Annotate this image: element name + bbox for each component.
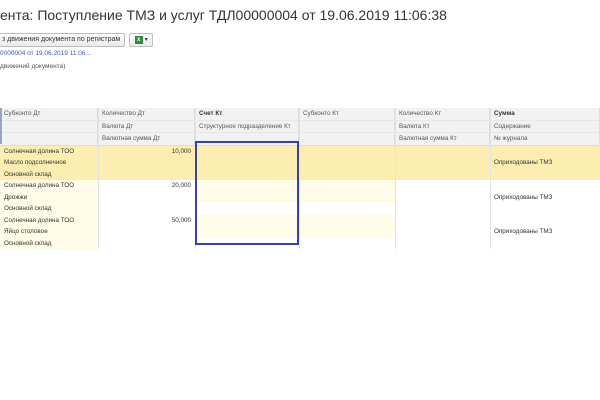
- cell-content[interactable]: [490, 238, 600, 250]
- cell-subconto-kt[interactable]: [299, 180, 395, 192]
- cell-subconto-dt[interactable]: Солнечная долина ТОО: [0, 146, 98, 158]
- cell-qty-dt[interactable]: [98, 226, 195, 238]
- table-header: Субконто Дт Количество Дт Счет Кт Субкон…: [0, 108, 600, 146]
- cell-subconto-kt[interactable]: [299, 191, 395, 203]
- header-content[interactable]: Содержание: [490, 120, 600, 132]
- toolbar: з движения документа по регистрам x ▾: [0, 32, 154, 47]
- header-subconto-kt[interactable]: Субконто Кт: [299, 108, 395, 120]
- cell-qty-dt[interactable]: [98, 238, 195, 250]
- cell-content[interactable]: Оприходованы ТМЗ: [490, 192, 600, 204]
- cell-subconto-dt[interactable]: Масло подсолнечное: [0, 157, 98, 169]
- header-left-marker: [0, 108, 2, 144]
- row-line: Солнечная долина ТОО 10,000: [0, 145, 600, 158]
- cell-content[interactable]: Оприходованы ТМЗ: [490, 157, 600, 169]
- header-journal-no[interactable]: № журнала: [490, 133, 600, 145]
- header-sum[interactable]: Сумма: [490, 108, 600, 120]
- cell-qty-dt[interactable]: [98, 203, 195, 215]
- row-line: Основной склад: [0, 168, 600, 181]
- header-account-kt[interactable]: Счет Кт: [195, 108, 299, 120]
- focused-cell-highlight: [195, 141, 299, 245]
- row-line: Дрожжи Оприходованы ТМЗ: [0, 191, 600, 204]
- row-line: Масло подсолнечное Оприходованы ТМЗ: [0, 157, 600, 169]
- header-currency-dt[interactable]: Валюта Дт: [98, 120, 195, 132]
- column-divider: [299, 108, 300, 249]
- cell-qty-dt[interactable]: 20,000: [98, 180, 195, 192]
- cell-subconto-dt[interactable]: Основной склад: [0, 203, 98, 215]
- table-row[interactable]: Солнечная долина ТОО 50,000 Яйцо столово…: [0, 214, 600, 250]
- cell-subconto-dt[interactable]: Солнечная долина ТОО: [0, 214, 98, 226]
- excel-icon: x: [134, 35, 143, 44]
- cell-subconto-dt[interactable]: Яйцо столовое: [0, 226, 98, 238]
- cell-qty-dt[interactable]: [98, 192, 195, 204]
- cell-qty-dt[interactable]: 10,000: [98, 146, 195, 158]
- header-row: Валюта Дт Структурное подразделение Кт В…: [0, 119, 600, 132]
- entries-table: Субконто Дт Количество Дт Счет Кт Субкон…: [0, 108, 600, 249]
- document-link[interactable]: 0000004 от 19.06.2019 11:06...: [0, 50, 91, 57]
- header-subconto-dt[interactable]: Субконто Дт: [0, 108, 98, 120]
- column-divider: [98, 108, 99, 249]
- cell-subconto-dt[interactable]: Основной склад: [0, 169, 98, 181]
- table-row[interactable]: Солнечная долина ТОО 10,000 Масло подсол…: [0, 145, 600, 181]
- window-title: ента: Поступление ТМЗ и услуг ТДЛ0000000…: [0, 7, 447, 23]
- row-line: Основной склад: [0, 237, 600, 250]
- row-line: Основной склад: [0, 203, 600, 215]
- header-qty-kt[interactable]: Количество Кт: [395, 108, 490, 120]
- register-movements-button[interactable]: з движения документа по регистрам: [0, 32, 126, 47]
- header-row: Субконто Дт Количество Дт Счет Кт Субкон…: [0, 108, 600, 120]
- cell-subconto-kt[interactable]: [299, 214, 395, 226]
- header-currency-kt[interactable]: Валюта Кт: [395, 120, 490, 132]
- row-line: Яйцо столовое Оприходованы ТМЗ: [0, 226, 600, 238]
- cell-subconto-kt[interactable]: [299, 226, 395, 238]
- header-department-kt[interactable]: Структурное подразделение Кт: [195, 120, 299, 132]
- header-row: Валютная сумма Дт Валютная сумма Кт № жу…: [0, 132, 600, 145]
- cell-content[interactable]: [490, 180, 600, 192]
- header-empty: [0, 133, 98, 145]
- cell-subconto-dt[interactable]: Дрожжи: [0, 191, 98, 203]
- table-row[interactable]: Солнечная долина ТОО 20,000 Дрожжи Оприх…: [0, 180, 600, 215]
- cell-content[interactable]: [490, 169, 600, 181]
- row-line: Солнечная долина ТОО 50,000: [0, 214, 600, 227]
- cell-content[interactable]: [490, 146, 600, 158]
- cell-subconto-dt[interactable]: Солнечная долина ТОО: [0, 180, 98, 192]
- row-line: Солнечная долина ТОО 20,000: [0, 180, 600, 192]
- header-qty-dt[interactable]: Количество Дт: [98, 108, 195, 120]
- header-empty: [299, 133, 395, 145]
- chevron-down-icon: ▾: [144, 37, 148, 43]
- cell-content[interactable]: Оприходованы ТМЗ: [490, 226, 600, 238]
- cell-subconto-dt[interactable]: Основной склад: [0, 237, 98, 249]
- document-note: движений документа): [0, 63, 66, 70]
- header-currency-sum-kt[interactable]: Валютная сумма Кт: [395, 133, 490, 145]
- header-empty: [0, 120, 98, 132]
- cell-qty-dt[interactable]: [98, 157, 195, 169]
- header-empty: [299, 120, 395, 132]
- cell-qty-dt[interactable]: [98, 169, 195, 181]
- column-divider: [490, 108, 491, 249]
- export-menu-button[interactable]: x ▾: [129, 32, 154, 47]
- cell-content[interactable]: [490, 215, 600, 227]
- cell-content[interactable]: [490, 203, 600, 215]
- cell-qty-dt[interactable]: 50,000: [98, 215, 195, 227]
- column-divider: [395, 108, 396, 249]
- header-currency-sum-dt[interactable]: Валютная сумма Дт: [98, 133, 195, 145]
